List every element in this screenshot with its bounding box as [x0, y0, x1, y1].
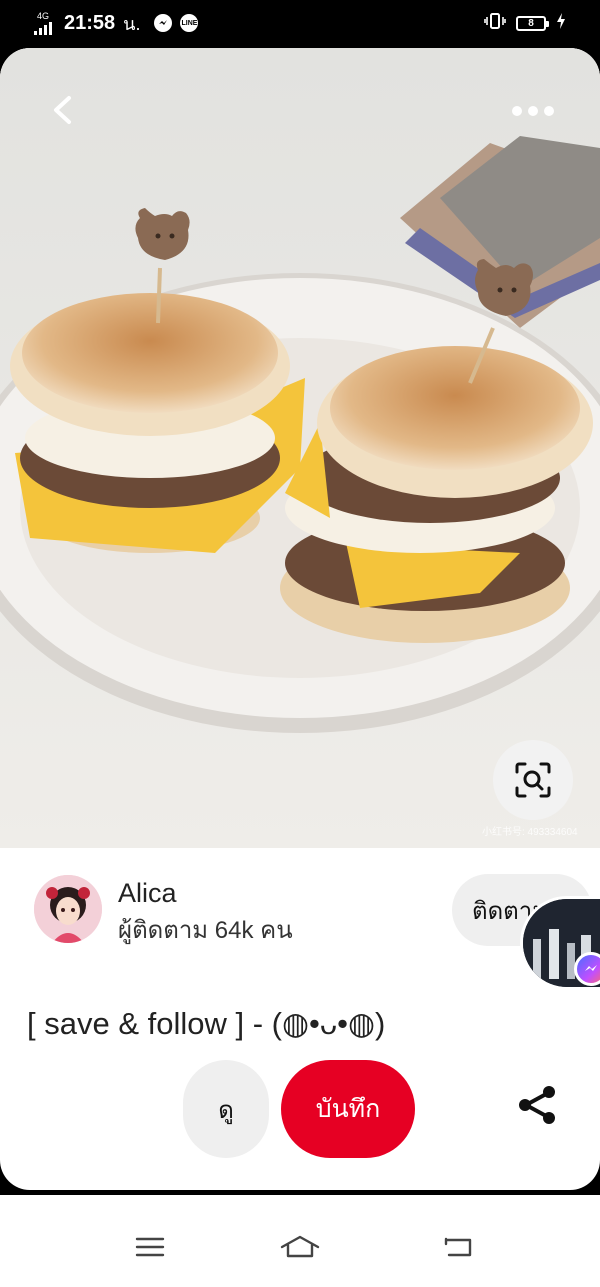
creator-avatar[interactable] [34, 875, 102, 943]
vibrate-icon [484, 12, 506, 34]
back-nav-icon [443, 1235, 473, 1264]
creator-name[interactable]: Alica [118, 878, 177, 909]
signal-icon [34, 21, 52, 35]
share-button[interactable] [514, 1084, 560, 1130]
back-arrow-icon [51, 95, 73, 125]
system-nav-bar [0, 1195, 600, 1287]
messenger-icon [154, 14, 173, 32]
pin-card: 小红书号: 493334604 Alica ผู้ติดตาม 64k คน ต… [0, 48, 600, 1190]
messenger-badge-icon [574, 952, 600, 986]
more-dots-icon [512, 106, 522, 116]
share-icon [516, 1084, 558, 1131]
save-button[interactable]: บันทึก [281, 1060, 415, 1158]
battery-level: 8 [528, 17, 534, 29]
image-watermark: 小红书号: 493334604 [482, 827, 578, 838]
charging-icon [556, 12, 566, 34]
status-right: 8 [484, 12, 566, 34]
pin-image[interactable]: 小红书号: 493334604 [0, 48, 600, 848]
more-options-button[interactable] [505, 96, 561, 126]
recent-apps-button[interactable] [132, 1235, 168, 1263]
clock: 21:58 [64, 11, 116, 34]
back-button[interactable] [40, 88, 84, 132]
follower-count: ผู้ติดตาม 64k คน [118, 917, 293, 944]
visual-search-button[interactable] [493, 740, 573, 820]
back-nav-button[interactable] [440, 1235, 476, 1263]
status-left: 4G 21:58 น. LINE [34, 9, 199, 38]
network-indicator: 4G [34, 10, 52, 35]
burger-photo [0, 48, 600, 848]
status-bar: 4G 21:58 น. LINE 8 [0, 0, 600, 46]
view-button[interactable]: ดู [183, 1060, 269, 1158]
home-button[interactable] [280, 1235, 320, 1263]
line-icon: LINE [180, 14, 199, 32]
clock-suffix: น. [123, 13, 141, 34]
network-label: 4G [36, 10, 49, 21]
visual-search-icon [513, 760, 553, 800]
battery-icon: 8 [516, 15, 549, 31]
menu-icon [135, 1236, 165, 1263]
pin-title: [ save & follow ] - (◍•ᴗ•◍) [27, 1006, 386, 1041]
home-icon [280, 1234, 320, 1265]
